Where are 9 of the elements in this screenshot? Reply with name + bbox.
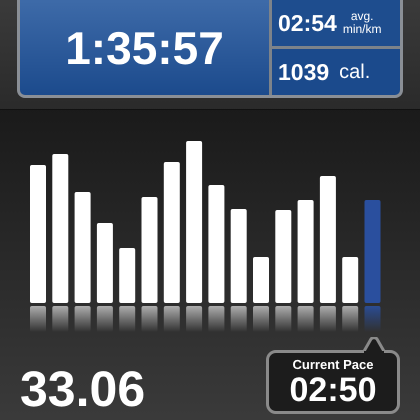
pace-unit: min/km xyxy=(342,22,382,36)
current-pace-label: Current Pace xyxy=(292,356,374,373)
distance-value: 33.06 xyxy=(20,364,146,414)
calories-unit: cal. xyxy=(339,62,370,82)
elapsed-time: 1:35:57 xyxy=(65,24,224,70)
avg-label: avg. xyxy=(350,10,374,22)
avg-pace-value: 02:54 xyxy=(278,12,337,34)
current-pace-value: 02:50 xyxy=(290,373,376,407)
calories-value: 1039 xyxy=(278,60,330,84)
